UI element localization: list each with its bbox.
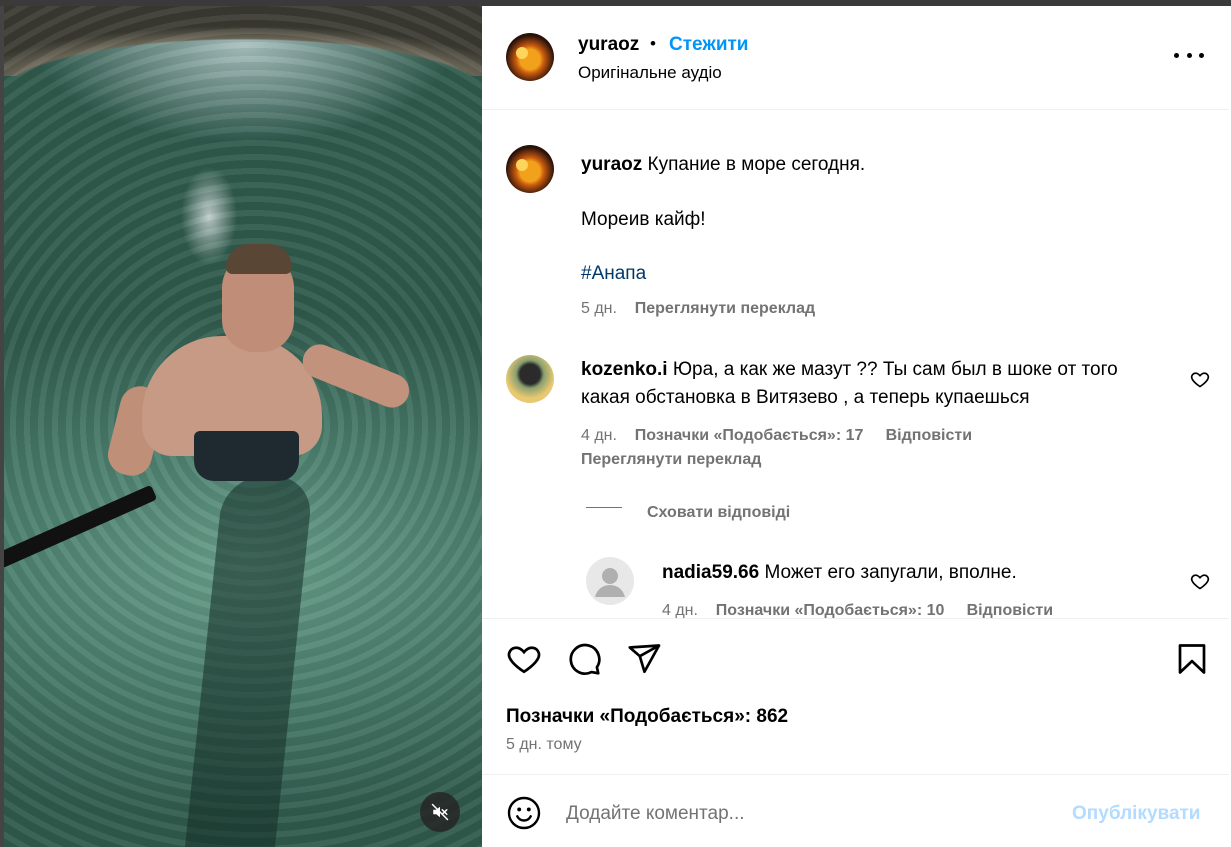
comment-input[interactable] (566, 799, 1046, 829)
reel-video[interactable] (4, 6, 482, 847)
reply-reply-button[interactable]: Відповісти (967, 602, 1053, 618)
post-header: yuraoz • Стежити Оригінальне аудіо (482, 6, 1229, 110)
hide-replies-button[interactable]: Сховати відповіді (647, 504, 790, 521)
comment-line2: какая обстановка в Витязево , а теперь к… (581, 387, 1030, 408)
post-modal: yuraoz • Стежити Оригінальне аудіо yurao… (0, 0, 1231, 847)
likes-total[interactable]: Позначки «Подобається»: 862 (506, 706, 788, 728)
caption-meta: 5 дн. Переглянути переклад (581, 300, 815, 318)
comment-avatar[interactable] (506, 355, 554, 403)
author-username[interactable]: yuraoz (578, 34, 639, 56)
comment-bubble-icon[interactable] (566, 641, 602, 677)
more-options-button[interactable] (1174, 44, 1204, 66)
reply-body: Может его запугали, вполне. (764, 562, 1017, 583)
caption-translate-link[interactable]: Переглянути переклад (635, 300, 815, 317)
comment-reply-button[interactable]: Відповісти (886, 427, 972, 444)
reply-text: nadia59.66 Может его запугали, вполне. (662, 559, 1017, 587)
comment-text: kozenko.i Юра, а как же мазут ?? Ты сам … (581, 356, 1118, 384)
caption-hashtag[interactable]: #Анапа (581, 260, 646, 288)
comment-meta: 4 дн. Позначки «Подобається»: 17 Відпові… (581, 427, 972, 445)
caption-line2: Мореив кайф! (581, 209, 706, 230)
comment-time[interactable]: 4 дн. (581, 427, 617, 444)
post-date[interactable]: 5 дн. тому (506, 736, 582, 754)
bookmark-icon[interactable] (1174, 641, 1210, 677)
video-person-hair (226, 244, 292, 274)
replies-divider (586, 507, 622, 508)
more-dot (1199, 52, 1204, 58)
comment-translate-link[interactable]: Переглянути переклад (581, 451, 761, 468)
caption-text: yuraoz Купание в море сегодня. (581, 151, 865, 179)
caption-line1: Купание в море сегодня. (647, 154, 866, 175)
caption-avatar[interactable] (506, 145, 554, 193)
more-dot (1186, 52, 1192, 58)
comment-translate-row: Переглянути переклад (581, 451, 761, 469)
reply-like-icon[interactable] (1190, 571, 1210, 591)
author-avatar[interactable] (506, 33, 554, 81)
caption-username[interactable]: yuraoz (581, 154, 642, 175)
heart-icon[interactable] (506, 641, 542, 677)
comments-list[interactable]: yuraoz Купание в море сегодня. Мореив ка… (482, 111, 1229, 618)
separator-dot: • (650, 34, 656, 53)
video-person-shorts (194, 431, 299, 481)
post-details-panel: yuraoz • Стежити Оригінальне аудіо yurao… (482, 6, 1231, 847)
more-dots-icon (1174, 52, 1179, 58)
reply-username[interactable]: nadia59.66 (662, 562, 759, 583)
mute-button[interactable] (420, 792, 460, 832)
comment-like-icon[interactable] (1190, 369, 1210, 389)
publish-button[interactable]: Опублікувати (1072, 803, 1201, 825)
comment-line1: Юра, а как же мазут ?? Ты сам был в шоке… (672, 359, 1118, 380)
caption-time[interactable]: 5 дн. (581, 300, 617, 317)
paper-plane-icon[interactable] (626, 641, 662, 677)
hide-replies-row: Сховати відповіді (647, 504, 790, 522)
emoji-smile-icon[interactable] (506, 795, 542, 831)
reply-meta: 4 дн. Позначки «Подобається»: 10 Відпові… (662, 602, 1053, 618)
follow-button[interactable]: Стежити (669, 34, 748, 56)
speaker-muted-icon (431, 803, 449, 821)
comment-composer: Опублікувати (482, 774, 1229, 847)
comment-likes-count[interactable]: Позначки «Подобається»: 17 (635, 427, 864, 444)
reply-avatar[interactable] (586, 557, 634, 605)
audio-link[interactable]: Оригінальне аудіо (578, 63, 722, 83)
post-actions: Позначки «Подобається»: 862 5 дн. тому (482, 618, 1229, 774)
comment-username[interactable]: kozenko.i (581, 359, 668, 380)
reply-time[interactable]: 4 дн. (662, 602, 698, 618)
reply-likes-count[interactable]: Позначки «Подобається»: 10 (716, 602, 945, 618)
default-user-icon (595, 568, 625, 597)
